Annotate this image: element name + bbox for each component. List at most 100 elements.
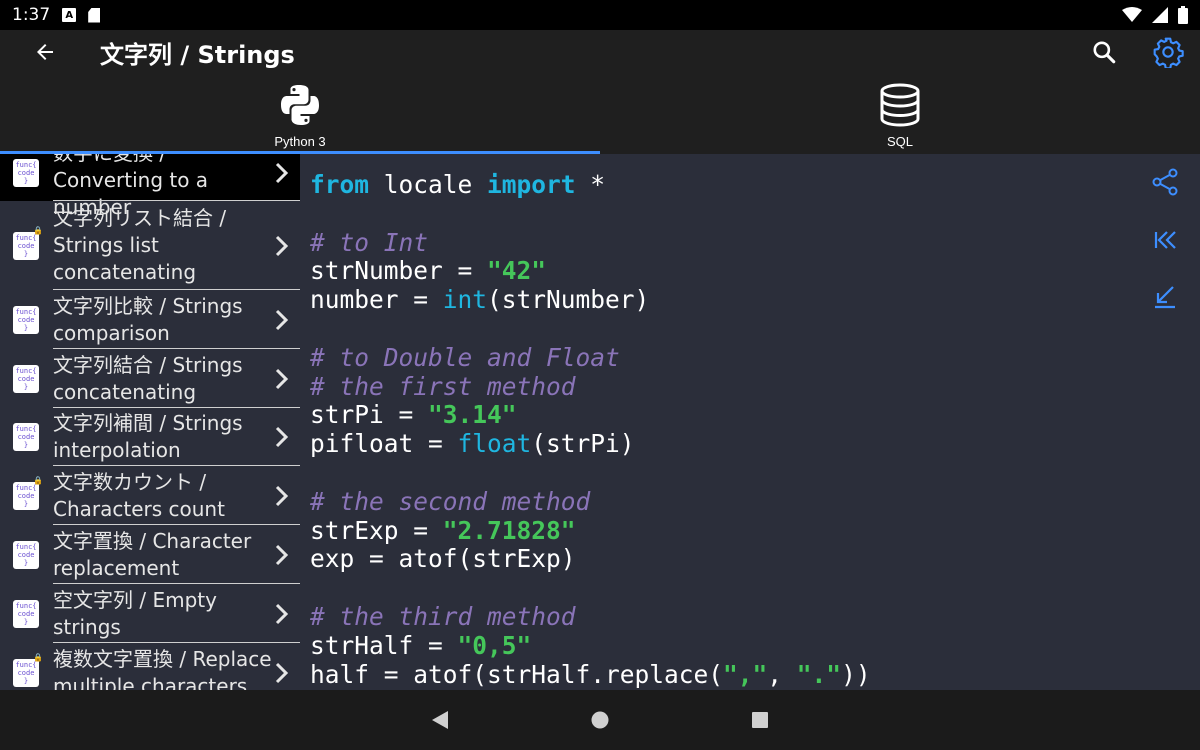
code-tools: [1130, 154, 1200, 354]
code-snippet-icon: func{code} 🔒: [13, 653, 43, 687]
topic-list-item[interactable]: func{code}数字に変換 / Converting to a number: [0, 154, 300, 219]
status-indicators: [1122, 6, 1188, 24]
code-token: strNumber =: [310, 256, 488, 286]
scroll-to-end-icon: [1155, 286, 1175, 309]
code-snippet-icon: func{code}: [13, 599, 39, 628]
system-nav-bar: [0, 690, 1200, 750]
skip-to-start-button[interactable]: [1148, 223, 1182, 257]
code-snippet-icon: func{code}: [13, 305, 39, 334]
arrow-left-icon: [37, 44, 53, 60]
wifi-icon: [1122, 7, 1142, 22]
code-token: # to Double and Float: [310, 342, 620, 372]
tab-python[interactable]: Python 3: [0, 74, 600, 154]
topic-list-item[interactable]: func{code} 文字置換 / Character replacement: [0, 525, 300, 584]
code-line: number = int(strNumber): [310, 285, 649, 315]
tab-sql[interactable]: SQL: [600, 74, 1200, 154]
code-token: "42": [487, 256, 547, 286]
topic-list-item[interactable]: func{code} 🔒 複数文字置換 / Replace multiple cha…: [0, 643, 300, 690]
code-token: from: [310, 170, 370, 199]
code-token: float: [457, 429, 532, 459]
code-line: half = atof(strHalf.replace(",", ".")): [310, 660, 871, 690]
code-line: from locale import *: [310, 170, 605, 200]
code-token: (strNumber): [487, 285, 650, 315]
app-actions: [1072, 30, 1200, 74]
topic-list-item-label: 文字置換 / Character replacement: [53, 528, 252, 580]
code-line: pifloat = float(strPi): [310, 429, 635, 459]
topic-list-item[interactable]: func{code} 🔒 文字数カウント / Characters count: [0, 466, 300, 525]
code-line: strExp = "2.71828": [310, 516, 576, 546]
back-button[interactable]: [0, 30, 90, 74]
nav-home-button[interactable]: [520, 690, 680, 750]
code-snippet-icon: func{code} 🔒: [13, 476, 43, 510]
nav-recents-button[interactable]: [680, 690, 840, 750]
code-line: # the second method: [310, 487, 590, 517]
database-icon: [880, 83, 920, 127]
lock-icon: 🔒: [33, 225, 43, 235]
chevron-right-icon: [275, 544, 289, 565]
code-line: # the first method: [310, 372, 576, 402]
code-token: )): [841, 659, 871, 689]
language-tabs: Python 3 SQL: [0, 74, 1200, 154]
settings-button[interactable]: [1136, 30, 1200, 74]
chevron-right-icon: [275, 426, 289, 448]
topic-list-item[interactable]: func{code} 文字列補間 / Strings interpolation: [0, 408, 300, 466]
code-line: # to Int: [310, 228, 428, 258]
chevron-right-icon: [275, 162, 289, 183]
code-token: half = atof(strHalf.replace(: [310, 659, 724, 689]
code-token: # to Int: [310, 227, 429, 257]
code-token: (strPi): [531, 429, 635, 459]
chevron-right-icon: [275, 235, 289, 256]
content-area: func{code}数字に変換 / Converting to a number…: [0, 154, 1200, 690]
chevron-right-icon: [275, 485, 289, 506]
scroll-to-end-button[interactable]: [1148, 280, 1182, 314]
topic-list-item-label: 文字数カウント / Characters count: [53, 469, 225, 521]
code-token: exp = atof(strExp): [310, 544, 576, 574]
sd-card-icon: [88, 7, 101, 23]
code-token: ,: [767, 659, 797, 689]
code-token: ",": [723, 659, 768, 689]
topic-list-item-label: 文字列補間 / Strings interpolation: [53, 411, 243, 462]
circle-home-icon: [591, 711, 609, 729]
topic-list-item[interactable]: func{code} 文字列比較 / Strings comparison: [0, 290, 300, 349]
lock-icon: 🔒: [33, 475, 43, 485]
code-line: strHalf = "0,5": [310, 631, 531, 661]
topic-list-item-label: 文字列比較 / Strings comparison: [53, 293, 243, 345]
nav-back-button[interactable]: [360, 690, 520, 750]
code-snippet-icon: func{code}: [13, 423, 39, 451]
search-button[interactable]: [1072, 30, 1136, 74]
code-token: int: [442, 285, 488, 315]
code-token: "2.71828": [442, 515, 576, 545]
code-token: "3.14": [428, 400, 517, 430]
status-time: 1:37: [12, 5, 51, 25]
app-bar: 文字列 / Strings: [0, 30, 1200, 74]
code-snippet-icon: func{code}: [13, 158, 39, 187]
code-view: from locale import * # to Int strNumber = …: [310, 154, 1130, 690]
code-line: # to Double and Float: [310, 343, 620, 373]
battery-icon: [1178, 6, 1188, 24]
code-token: # the third method: [310, 602, 576, 631]
search-icon: [1093, 41, 1116, 64]
topic-list-item-label: 文字列リスト結合 / Strings list concatenating: [53, 206, 227, 284]
code-line: exp = atof(strExp): [310, 544, 576, 574]
chevron-right-icon: [275, 603, 289, 624]
code-snippet-icon: func{code}: [13, 540, 39, 569]
topic-list-item-label: 空文字列 / Empty strings: [53, 587, 217, 639]
code-line: strPi = "3.14": [310, 400, 517, 430]
topic-list-item-label: 文字列結合 / Strings concatenating: [53, 352, 243, 404]
chevron-right-icon: [275, 662, 289, 683]
share-button[interactable]: [1148, 165, 1182, 199]
chevron-right-icon: [275, 309, 289, 330]
code-line: # the third method: [310, 602, 576, 632]
page-title: 文字列 / Strings: [100, 40, 295, 69]
topic-list: func{code}数字に変換 / Converting to a number…: [0, 154, 300, 690]
topic-list-item[interactable]: func{code} 空文字列 / Empty strings: [0, 584, 300, 643]
code-token: # the second method: [310, 486, 591, 516]
topic-list-item[interactable]: func{code} 文字列結合 / Strings concatenating: [0, 349, 300, 408]
topic-list-item[interactable]: func{code} 🔒 文字列リスト結合 / Strings list conca…: [0, 201, 300, 290]
tab-python-label: Python 3: [274, 134, 326, 149]
code-line: strNumber = "42": [310, 256, 546, 286]
topic-list-item-label: 複数文字置換 / Replace multiple characters: [53, 646, 272, 691]
share-icon: [1152, 168, 1178, 196]
status-bar: 1:37 A: [0, 0, 1200, 30]
lock-icon: 🔒: [33, 652, 43, 662]
